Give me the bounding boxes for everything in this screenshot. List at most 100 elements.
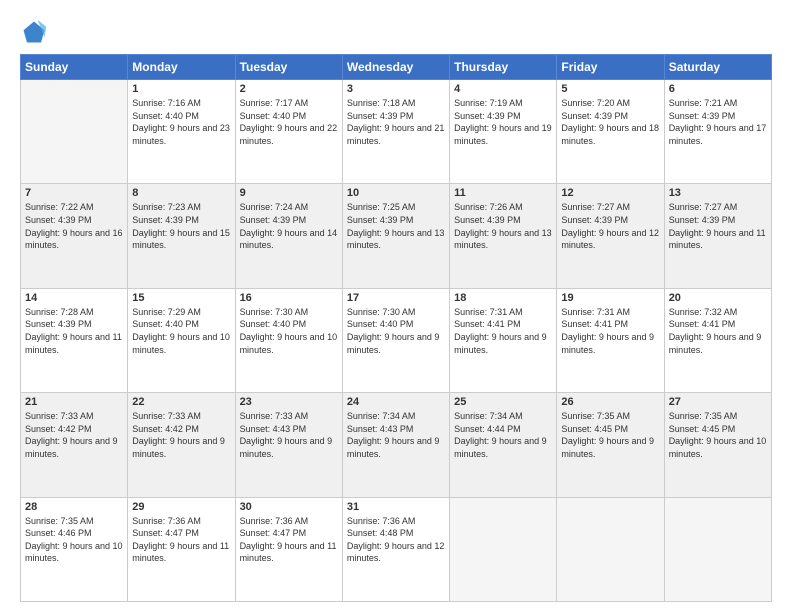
day-of-week-header: Tuesday <box>235 55 342 80</box>
calendar-cell: 29 Sunrise: 7:36 AMSunset: 4:47 PMDayligh… <box>128 497 235 601</box>
day-of-week-header: Sunday <box>21 55 128 80</box>
logo-icon <box>20 18 48 46</box>
calendar-cell: 30 Sunrise: 7:36 AMSunset: 4:47 PMDayligh… <box>235 497 342 601</box>
day-info: Sunrise: 7:31 AMSunset: 4:41 PMDaylight:… <box>454 306 552 356</box>
day-info: Sunrise: 7:25 AMSunset: 4:39 PMDaylight:… <box>347 201 445 251</box>
calendar-cell <box>664 497 771 601</box>
calendar-cell: 5 Sunrise: 7:20 AMSunset: 4:39 PMDaylight… <box>557 80 664 184</box>
day-number: 13 <box>669 187 767 199</box>
day-info: Sunrise: 7:16 AMSunset: 4:40 PMDaylight:… <box>132 97 230 147</box>
day-number: 5 <box>561 83 659 95</box>
day-info: Sunrise: 7:19 AMSunset: 4:39 PMDaylight:… <box>454 97 552 147</box>
calendar-cell: 19 Sunrise: 7:31 AMSunset: 4:41 PMDayligh… <box>557 288 664 392</box>
calendar-cell: 9 Sunrise: 7:24 AMSunset: 4:39 PMDaylight… <box>235 184 342 288</box>
calendar-cell: 15 Sunrise: 7:29 AMSunset: 4:40 PMDayligh… <box>128 288 235 392</box>
calendar-cell: 22 Sunrise: 7:33 AMSunset: 4:42 PMDayligh… <box>128 393 235 497</box>
calendar-cell: 16 Sunrise: 7:30 AMSunset: 4:40 PMDayligh… <box>235 288 342 392</box>
day-info: Sunrise: 7:32 AMSunset: 4:41 PMDaylight:… <box>669 306 767 356</box>
day-number: 2 <box>240 83 338 95</box>
calendar-cell: 6 Sunrise: 7:21 AMSunset: 4:39 PMDaylight… <box>664 80 771 184</box>
calendar-cell: 25 Sunrise: 7:34 AMSunset: 4:44 PMDayligh… <box>450 393 557 497</box>
day-number: 3 <box>347 83 445 95</box>
page: SundayMondayTuesdayWednesdayThursdayFrid… <box>0 0 792 612</box>
day-info: Sunrise: 7:35 AMSunset: 4:45 PMDaylight:… <box>561 410 659 460</box>
day-info: Sunrise: 7:28 AMSunset: 4:39 PMDaylight:… <box>25 306 123 356</box>
calendar-cell: 20 Sunrise: 7:32 AMSunset: 4:41 PMDayligh… <box>664 288 771 392</box>
day-number: 11 <box>454 187 552 199</box>
day-number: 23 <box>240 396 338 408</box>
logo <box>20 18 52 46</box>
day-number: 30 <box>240 501 338 513</box>
day-of-week-header: Wednesday <box>342 55 449 80</box>
day-number: 8 <box>132 187 230 199</box>
day-info: Sunrise: 7:36 AMSunset: 4:47 PMDaylight:… <box>132 515 230 565</box>
calendar-cell: 18 Sunrise: 7:31 AMSunset: 4:41 PMDayligh… <box>450 288 557 392</box>
calendar-cell: 23 Sunrise: 7:33 AMSunset: 4:43 PMDayligh… <box>235 393 342 497</box>
calendar-cell: 21Sunrise: 7:33 AMSunset: 4:42 PMDayligh… <box>21 393 128 497</box>
day-number: 25 <box>454 396 552 408</box>
calendar-cell: 12 Sunrise: 7:27 AMSunset: 4:39 PMDayligh… <box>557 184 664 288</box>
calendar-cell: 7Sunrise: 7:22 AMSunset: 4:39 PMDaylight… <box>21 184 128 288</box>
day-info: Sunrise: 7:20 AMSunset: 4:39 PMDaylight:… <box>561 97 659 147</box>
calendar-cell: 2Sunrise: 7:17 AMSunset: 4:40 PMDaylight… <box>235 80 342 184</box>
day-number: 16 <box>240 292 338 304</box>
day-of-week-header: Thursday <box>450 55 557 80</box>
day-info: Sunrise: 7:29 AMSunset: 4:40 PMDaylight:… <box>132 306 230 356</box>
day-info: Sunrise: 7:33 AMSunset: 4:43 PMDaylight:… <box>240 410 338 460</box>
day-number: 18 <box>454 292 552 304</box>
calendar: SundayMondayTuesdayWednesdayThursdayFrid… <box>20 54 772 602</box>
day-info: Sunrise: 7:31 AMSunset: 4:41 PMDaylight:… <box>561 306 659 356</box>
day-number: 17 <box>347 292 445 304</box>
calendar-cell: 1 Sunrise: 7:16 AMSunset: 4:40 PMDaylight… <box>128 80 235 184</box>
day-info: Sunrise: 7:36 AMSunset: 4:48 PMDaylight:… <box>347 515 445 565</box>
day-info: Sunrise: 7:33 AMSunset: 4:42 PMDaylight:… <box>25 410 123 460</box>
calendar-cell: 27 Sunrise: 7:35 AMSunset: 4:45 PMDayligh… <box>664 393 771 497</box>
calendar-cell: 17 Sunrise: 7:30 AMSunset: 4:40 PMDayligh… <box>342 288 449 392</box>
day-info: Sunrise: 7:35 AMSunset: 4:46 PMDaylight:… <box>25 515 123 565</box>
calendar-cell: 4 Sunrise: 7:19 AMSunset: 4:39 PMDaylight… <box>450 80 557 184</box>
day-info: Sunrise: 7:36 AMSunset: 4:47 PMDaylight:… <box>240 515 338 565</box>
day-number: 19 <box>561 292 659 304</box>
day-number: 22 <box>132 396 230 408</box>
day-number: 31 <box>347 501 445 513</box>
day-number: 6 <box>669 83 767 95</box>
day-number: 15 <box>132 292 230 304</box>
day-number: 12 <box>561 187 659 199</box>
calendar-cell: 11 Sunrise: 7:26 AMSunset: 4:39 PMDayligh… <box>450 184 557 288</box>
day-number: 20 <box>669 292 767 304</box>
day-number: 14 <box>25 292 123 304</box>
day-number: 1 <box>132 83 230 95</box>
day-info: Sunrise: 7:18 AMSunset: 4:39 PMDaylight:… <box>347 97 445 147</box>
header <box>20 18 772 46</box>
calendar-cell <box>557 497 664 601</box>
day-info: Sunrise: 7:30 AMSunset: 4:40 PMDaylight:… <box>240 306 338 356</box>
day-info: Sunrise: 7:34 AMSunset: 4:44 PMDaylight:… <box>454 410 552 460</box>
day-info: Sunrise: 7:26 AMSunset: 4:39 PMDaylight:… <box>454 201 552 251</box>
day-info: Sunrise: 7:24 AMSunset: 4:39 PMDaylight:… <box>240 201 338 251</box>
day-number: 26 <box>561 396 659 408</box>
day-number: 28 <box>25 501 123 513</box>
day-info: Sunrise: 7:23 AMSunset: 4:39 PMDaylight:… <box>132 201 230 251</box>
calendar-cell: 24Sunrise: 7:34 AMSunset: 4:43 PMDayligh… <box>342 393 449 497</box>
day-info: Sunrise: 7:33 AMSunset: 4:42 PMDaylight:… <box>132 410 230 460</box>
day-number: 9 <box>240 187 338 199</box>
day-number: 4 <box>454 83 552 95</box>
calendar-cell: 14 Sunrise: 7:28 AMSunset: 4:39 PMDayligh… <box>21 288 128 392</box>
calendar-cell <box>450 497 557 601</box>
day-number: 27 <box>669 396 767 408</box>
day-number: 7 <box>25 187 123 199</box>
day-number: 29 <box>132 501 230 513</box>
day-of-week-header: Monday <box>128 55 235 80</box>
calendar-cell: 31 Sunrise: 7:36 AMSunset: 4:48 PMDayligh… <box>342 497 449 601</box>
calendar-cell: 26 Sunrise: 7:35 AMSunset: 4:45 PMDayligh… <box>557 393 664 497</box>
day-info: Sunrise: 7:30 AMSunset: 4:40 PMDaylight:… <box>347 306 445 356</box>
day-number: 24 <box>347 396 445 408</box>
calendar-cell <box>21 80 128 184</box>
calendar-cell: 10Sunrise: 7:25 AMSunset: 4:39 PMDayligh… <box>342 184 449 288</box>
calendar-cell: 3 Sunrise: 7:18 AMSunset: 4:39 PMDaylight… <box>342 80 449 184</box>
day-info: Sunrise: 7:27 AMSunset: 4:39 PMDaylight:… <box>669 201 767 251</box>
day-info: Sunrise: 7:27 AMSunset: 4:39 PMDaylight:… <box>561 201 659 251</box>
day-info: Sunrise: 7:21 AMSunset: 4:39 PMDaylight:… <box>669 97 767 147</box>
calendar-cell: 8 Sunrise: 7:23 AMSunset: 4:39 PMDaylight… <box>128 184 235 288</box>
day-info: Sunrise: 7:35 AMSunset: 4:45 PMDaylight:… <box>669 410 767 460</box>
